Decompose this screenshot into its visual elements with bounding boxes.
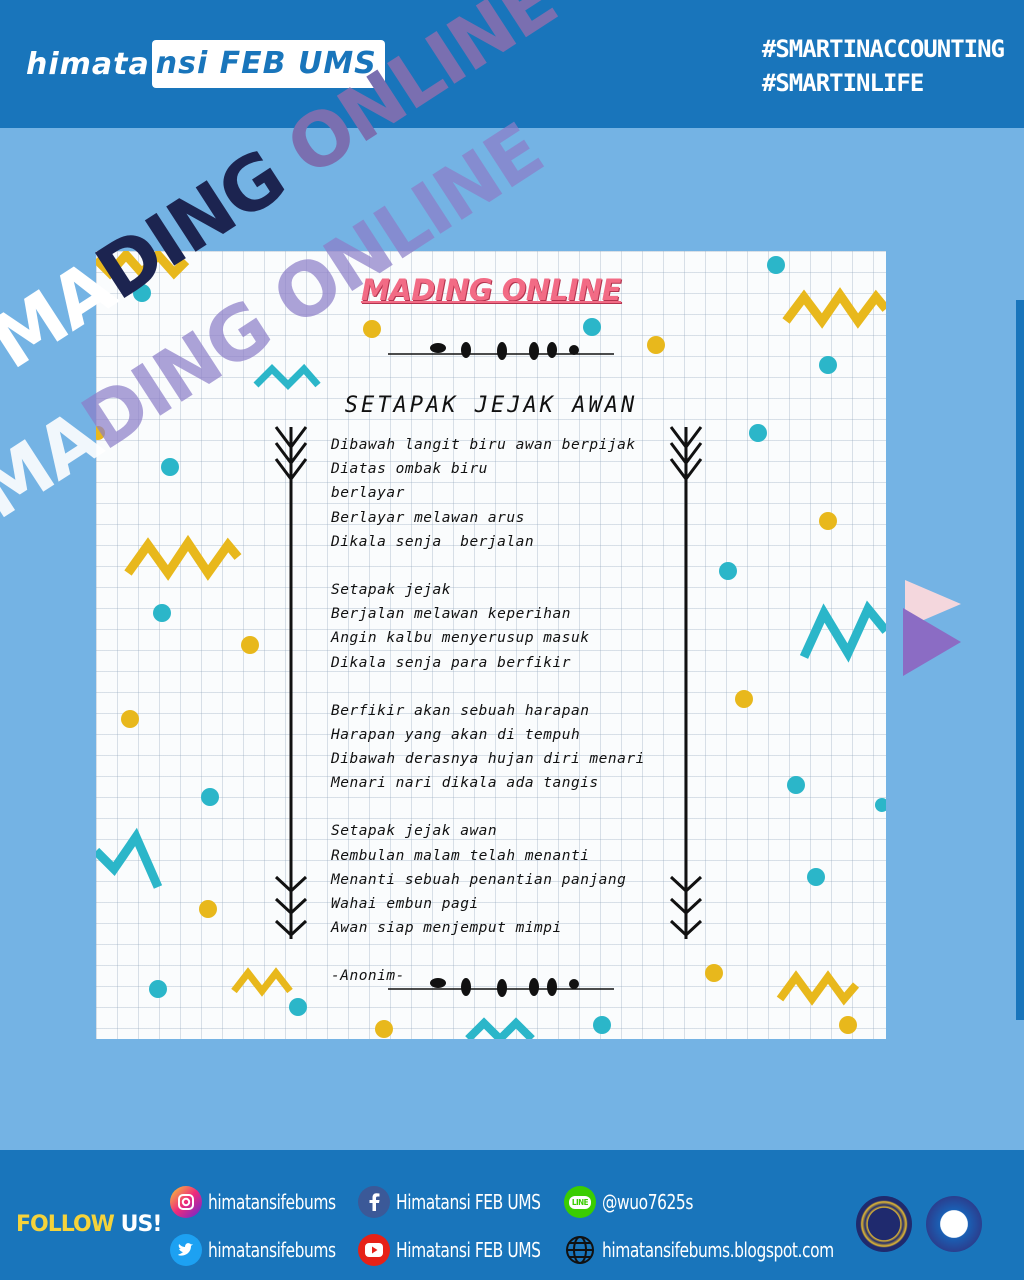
stanza: Setapak jejak Berjalan melawan keperihan… xyxy=(331,578,691,675)
line-icon: LINE xyxy=(564,1186,596,1218)
poem-line: Berfikir akan sebuah harapan xyxy=(331,702,590,719)
poem-line: Angin kalbu menyerusup masuk xyxy=(331,630,590,647)
poem-line: Menari nari dikala ada tangis xyxy=(331,775,599,792)
stanza: Setapak jejak awan Rembulan malam telah … xyxy=(331,819,691,940)
facebook-link[interactable]: Himatansi FEB UMS xyxy=(358,1186,564,1218)
twitter-link[interactable]: himatansifebums xyxy=(170,1234,356,1266)
university-seal-logo xyxy=(856,1196,912,1252)
zigzag-teal-icon xyxy=(96,827,163,889)
zigzag-teal-icon xyxy=(253,363,321,390)
logo-text-left: himata xyxy=(26,46,150,82)
zigzag-teal-icon xyxy=(465,1017,535,1039)
line-id: @wuo7625s xyxy=(602,1190,693,1214)
poem-line: Rembulan malam telah menanti xyxy=(331,847,590,864)
stanza: Dibawah langit biru awan berpijak Diatas… xyxy=(331,433,691,554)
hashtag-life: #SMARTINLIFE xyxy=(761,69,924,97)
poem-line: Diatas ombak biru xyxy=(331,461,488,478)
poem-line: Setapak jejak awan xyxy=(331,823,498,840)
line-link[interactable]: LINE @wuo7625s xyxy=(564,1186,708,1218)
purple-triangle-decoration xyxy=(903,608,961,676)
poem-line: Dibawah derasnya hujan diri menari xyxy=(331,751,645,768)
hashtags: #SMARTINACCOUNTING #SMARTINLIFE xyxy=(761,32,1005,100)
instagram-link[interactable]: himatansifebums xyxy=(170,1186,356,1218)
poem-line: Dikala senja berjalan xyxy=(331,533,535,550)
poem-line: Berjalan melawan keperihan xyxy=(331,606,571,623)
poem-line: Dikala senja para berfikir xyxy=(331,654,571,671)
poem-line: Wahai embun pagi xyxy=(331,896,479,912)
youtube-name: Himatansi FEB UMS xyxy=(396,1238,541,1262)
line-icon-text: LINE xyxy=(568,1195,592,1209)
follow-text: FOLLOW xyxy=(16,1212,121,1237)
zigzag-yellow-icon xyxy=(776,970,860,1006)
facebook-icon xyxy=(358,1186,390,1218)
twitter-handle: himatansifebums xyxy=(208,1238,336,1262)
instagram-handle: himatansifebums xyxy=(208,1190,336,1214)
hashtag-accounting: #SMARTINACCOUNTING xyxy=(761,35,1005,63)
website-url: himatansifebums.blogspot.com xyxy=(602,1238,834,1262)
poem-body: Dibawah langit biru awan berpijak Diatas… xyxy=(331,433,691,988)
footer-bar: FOLLOW US! himatansifebums himatansifebu… xyxy=(0,1150,1024,1280)
birds-on-wire-icon xyxy=(388,342,614,360)
stanza: Berfikir akan sebuah harapan Harapan yan… xyxy=(331,699,691,796)
follow-us-label: FOLLOW US! xyxy=(16,1212,163,1237)
poem-line: Harapan yang akan di tempuh xyxy=(331,726,581,743)
poem-line: Dibawah langit biru awan berpijak xyxy=(331,437,636,453)
globe-icon xyxy=(564,1234,596,1266)
youtube-link[interactable]: Himatansi FEB UMS xyxy=(358,1234,564,1266)
poem-line: Menanti sebuah penantian panjang xyxy=(331,871,627,888)
website-link[interactable]: himatansifebums.blogspot.com xyxy=(564,1234,872,1266)
zigzag-yellow-icon xyxy=(124,534,242,581)
poem-line: Awan siap menjemput mimpi xyxy=(331,920,562,937)
twitter-icon xyxy=(170,1234,202,1266)
right-accent-bar xyxy=(1016,300,1024,1020)
left-arrow-icon xyxy=(274,426,308,939)
poem-author: -Anonim- xyxy=(331,968,405,985)
poem-line: Berlayar melawan arus xyxy=(331,509,525,526)
himatansi-seal-logo xyxy=(926,1196,982,1252)
facebook-name: Himatansi FEB UMS xyxy=(396,1190,541,1214)
zigzag-teal-icon xyxy=(799,600,886,663)
instagram-icon xyxy=(170,1186,202,1218)
poem-line: Setapak jejak xyxy=(331,581,451,598)
youtube-icon xyxy=(358,1234,390,1266)
himatansi-logo: himata nsi FEB UMS xyxy=(26,40,385,88)
zigzag-yellow-icon xyxy=(231,967,293,997)
us-text: US! xyxy=(120,1212,163,1237)
poem-line: berlayar xyxy=(331,485,405,502)
